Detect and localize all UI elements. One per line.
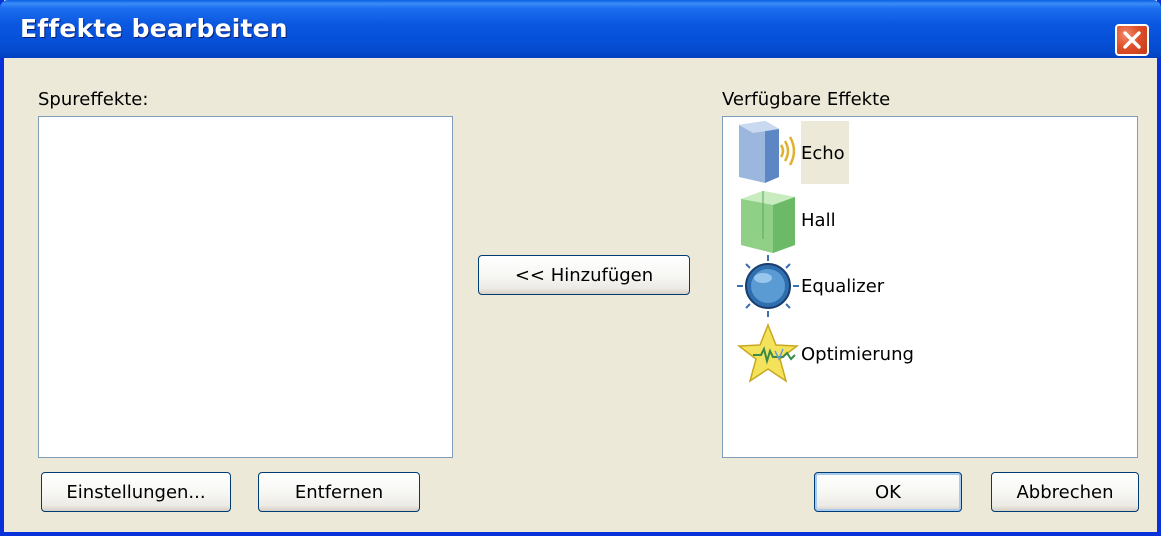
list-item-equalizer[interactable]: Equalizer <box>723 253 943 319</box>
available-effects-label: Verfügbare Effekte <box>722 89 891 110</box>
equalizer-icon <box>737 255 799 317</box>
effect-label-echo: Echo <box>801 120 849 184</box>
effect-label-equalizer: Equalizer <box>801 275 885 297</box>
ok-button[interactable]: OK <box>814 472 962 512</box>
dialog-window: Effekte bearbeiten Spureffekte: Einstell… <box>0 0 1161 536</box>
settings-button[interactable]: Einstellungen... <box>41 472 231 512</box>
optimization-icon <box>736 322 800 383</box>
window-title: Effekte bearbeiten <box>20 14 288 43</box>
list-item-hall[interactable]: Hall <box>723 187 923 253</box>
close-button[interactable] <box>1115 24 1149 56</box>
remove-button[interactable]: Entfernen <box>258 472 420 512</box>
effect-label-hall: Hall <box>801 209 836 231</box>
title-bar[interactable]: Effekte bearbeiten <box>0 0 1161 58</box>
close-icon <box>1123 31 1141 49</box>
list-item-echo[interactable]: Echo <box>723 119 883 185</box>
track-effects-label: Spureffekte: <box>38 89 149 110</box>
hall-icon <box>741 191 795 253</box>
list-item-optimization[interactable]: Optimierung <box>723 321 963 387</box>
effect-label-optimization: Optimierung <box>801 343 914 365</box>
track-effects-list[interactable] <box>38 116 453 458</box>
echo-icon <box>739 121 796 183</box>
available-effects-list[interactable]: Echo Hall Equalizer Optimierung <box>722 116 1138 458</box>
cancel-button[interactable]: Abbrechen <box>991 472 1139 512</box>
add-button[interactable]: << Hinzufügen <box>478 255 690 295</box>
